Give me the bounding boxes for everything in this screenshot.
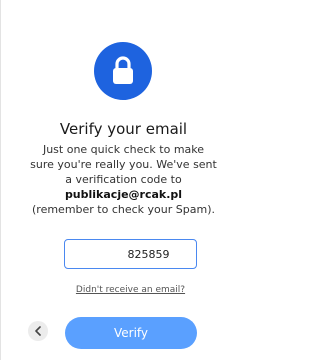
lock-badge	[94, 42, 152, 100]
verification-code-input[interactable]	[64, 239, 197, 269]
instructions-line-1: Just one quick check to make	[42, 143, 205, 156]
instructions-line-2: sure you're really you. We've sent	[30, 158, 217, 171]
email-address: publikacje@rcak.pl	[64, 188, 183, 201]
resend-email-link[interactable]: Didn't receive an email?	[1, 285, 260, 295]
verify-button[interactable]: Verify	[65, 317, 197, 349]
chevron-left-icon	[35, 326, 41, 336]
page-title: Verify your email	[59, 120, 188, 138]
instructions-line-5: (remember to check your Spam).	[32, 203, 215, 216]
back-button[interactable]	[28, 321, 48, 341]
verify-email-card: Verify your email Just one quick check t…	[0, 0, 247, 360]
lock-icon	[113, 56, 133, 84]
instructions-text: Just one quick check to make sure you're…	[1, 142, 246, 217]
instructions-line-3: a verification code to	[65, 173, 182, 186]
